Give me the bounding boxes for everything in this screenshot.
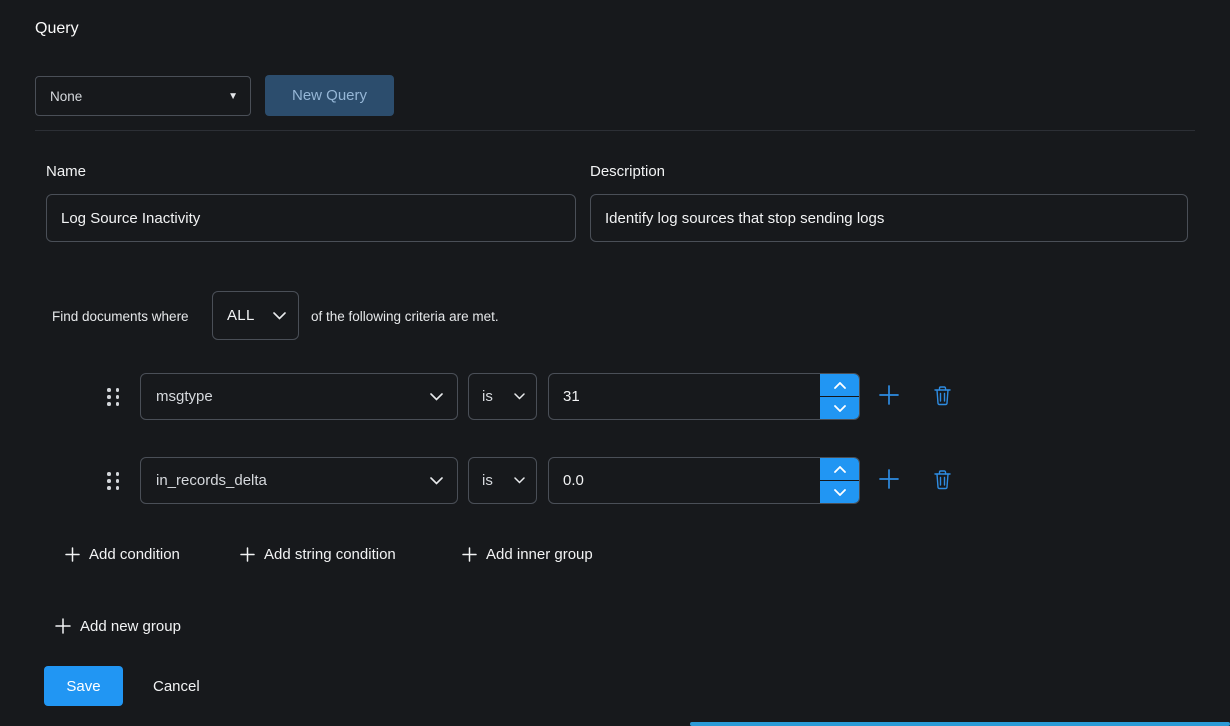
horizontal-scrollbar-thumb[interactable] xyxy=(690,722,1230,726)
name-label: Name xyxy=(46,163,86,180)
field-select-value: in_records_delta xyxy=(156,472,267,489)
drag-handle-icon[interactable] xyxy=(107,388,121,406)
comparator-select-value: is xyxy=(482,388,493,405)
comparator-select[interactable]: is xyxy=(468,457,537,504)
add-new-group-label: Add new group xyxy=(80,618,181,635)
plus-icon xyxy=(462,547,477,562)
chevron-up-icon xyxy=(834,466,846,473)
saved-query-select-value: None xyxy=(50,89,82,104)
value-input-wrapper xyxy=(548,457,860,504)
value-input[interactable] xyxy=(549,458,859,503)
chevron-down-icon xyxy=(834,405,846,412)
chevron-down-icon xyxy=(514,477,525,484)
plus-icon xyxy=(878,384,900,406)
add-inner-group-label: Add inner group xyxy=(486,546,593,563)
plus-icon xyxy=(65,547,80,562)
number-spinner xyxy=(820,458,859,503)
add-condition-link[interactable]: Add condition xyxy=(65,543,180,565)
add-inner-group-link[interactable]: Add inner group xyxy=(462,543,593,565)
description-input[interactable] xyxy=(590,194,1188,242)
plus-icon xyxy=(240,547,255,562)
chevron-down-icon xyxy=(273,312,286,320)
new-query-button[interactable]: New Query xyxy=(265,75,394,116)
drag-handle-icon[interactable] xyxy=(107,472,121,490)
criteria-suffix-text: of the following criteria are met. xyxy=(311,309,499,324)
chevron-up-icon xyxy=(834,382,846,389)
chevron-down-icon xyxy=(430,477,443,485)
spinner-down-button[interactable] xyxy=(820,396,859,419)
delete-condition-button[interactable] xyxy=(931,469,953,491)
spinner-down-button[interactable] xyxy=(820,480,859,503)
chevron-down-icon xyxy=(514,393,525,400)
condition-row: in_records_delta is xyxy=(0,457,1230,504)
chevron-down-icon xyxy=(834,489,846,496)
delete-condition-button[interactable] xyxy=(931,385,953,407)
match-operator-select[interactable]: ALL xyxy=(212,291,299,340)
name-input[interactable] xyxy=(46,194,576,242)
spinner-up-button[interactable] xyxy=(820,374,859,396)
page-title: Query xyxy=(35,20,79,38)
comparator-select[interactable]: is xyxy=(468,373,537,420)
add-condition-inline-button[interactable] xyxy=(876,383,902,409)
add-string-condition-link[interactable]: Add string condition xyxy=(240,543,396,565)
condition-row: msgtype is xyxy=(0,373,1230,420)
field-select-value: msgtype xyxy=(156,388,213,405)
cancel-button[interactable]: Cancel xyxy=(153,666,200,706)
plus-icon xyxy=(878,468,900,490)
comparator-select-value: is xyxy=(482,472,493,489)
trash-icon xyxy=(933,469,952,490)
add-condition-inline-button[interactable] xyxy=(876,467,902,493)
saved-query-select[interactable]: None ▼ xyxy=(35,76,251,116)
plus-icon xyxy=(55,618,71,634)
chevron-down-icon xyxy=(430,393,443,401)
match-operator-value: ALL xyxy=(227,307,255,324)
trash-icon xyxy=(933,385,952,406)
add-condition-label: Add condition xyxy=(89,546,180,563)
number-spinner xyxy=(820,374,859,419)
spinner-up-button[interactable] xyxy=(820,458,859,480)
section-divider xyxy=(35,130,1195,131)
field-select[interactable]: in_records_delta xyxy=(140,457,458,504)
value-input-wrapper xyxy=(548,373,860,420)
query-builder-page: Query None ▼ New Query Name Description … xyxy=(0,0,1230,726)
field-select[interactable]: msgtype xyxy=(140,373,458,420)
criteria-prefix-text: Find documents where xyxy=(52,309,189,324)
add-new-group-link[interactable]: Add new group xyxy=(55,615,181,637)
description-label: Description xyxy=(590,163,665,180)
dropdown-arrow-icon: ▼ xyxy=(228,91,238,102)
save-button[interactable]: Save xyxy=(44,666,123,706)
value-input[interactable] xyxy=(549,374,859,419)
add-string-condition-label: Add string condition xyxy=(264,546,396,563)
